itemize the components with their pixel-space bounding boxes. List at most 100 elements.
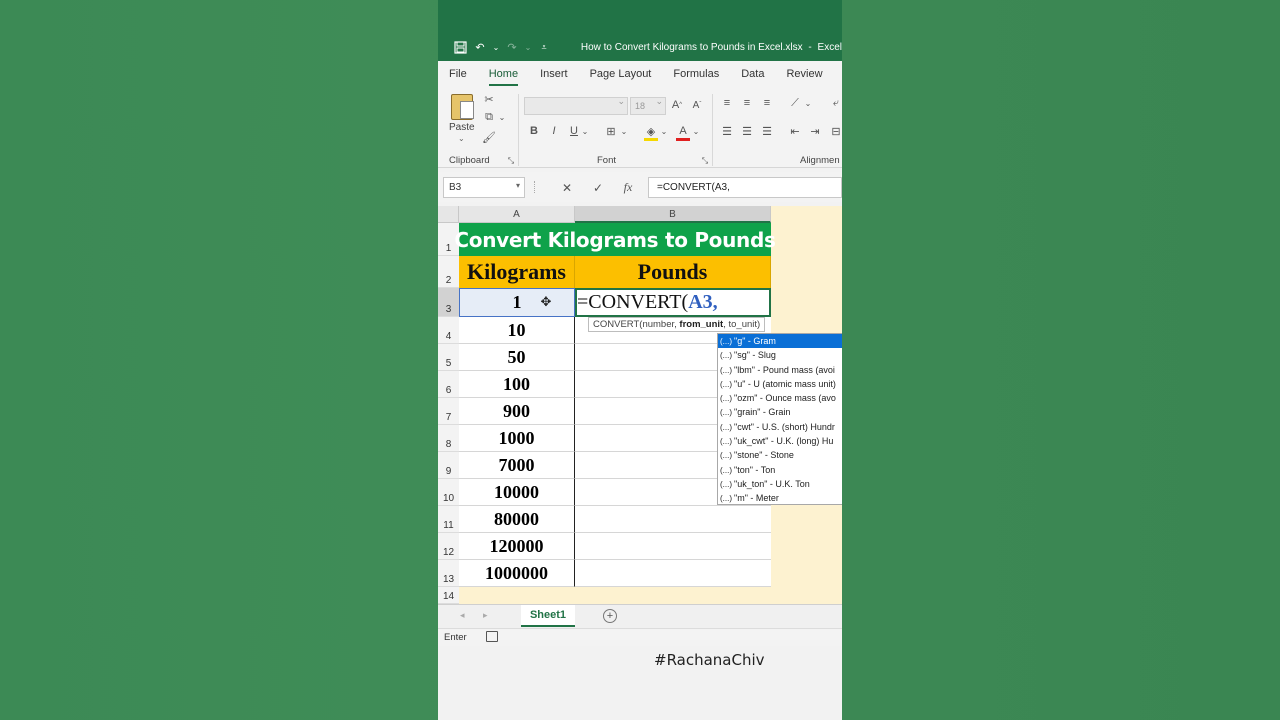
- paste-dropdown-icon[interactable]: ⌄: [458, 134, 465, 143]
- underline-button[interactable]: U: [568, 124, 580, 138]
- row-header[interactable]: 13: [438, 560, 459, 587]
- column-header-b[interactable]: B: [575, 206, 771, 223]
- cell-a13[interactable]: 1000000: [459, 560, 575, 587]
- tab-formulas[interactable]: Formulas: [662, 61, 730, 88]
- font-size-combo[interactable]: 18: [630, 96, 666, 115]
- tab-insert[interactable]: Insert: [529, 61, 579, 88]
- tab-page-layout[interactable]: Page Layout: [579, 61, 663, 88]
- cell-a8[interactable]: 1000: [459, 425, 575, 452]
- align-middle-icon[interactable]: ≡: [740, 96, 754, 110]
- format-painter-icon[interactable]: 🖌: [482, 130, 496, 144]
- cell-a11[interactable]: 80000: [459, 506, 575, 533]
- paste-icon[interactable]: [451, 94, 474, 120]
- redo-dropdown-icon[interactable]: ⌄: [524, 39, 532, 55]
- cell-b12[interactable]: [575, 533, 771, 560]
- scroll-left-icon[interactable]: ◂: [460, 610, 465, 621]
- autocomplete-item[interactable]: (...) "stone" - Stone: [718, 448, 842, 462]
- merge-center-icon[interactable]: ⊟: [830, 124, 842, 138]
- tab-data[interactable]: Data: [730, 61, 775, 88]
- cell-a12[interactable]: 120000: [459, 533, 575, 560]
- autocomplete-item[interactable]: (...) "uk_ton" - U.K. Ton: [718, 477, 842, 491]
- cell-a7[interactable]: 900: [459, 398, 575, 425]
- underline-dropdown-icon[interactable]: ⌄: [581, 125, 589, 137]
- redo-icon[interactable]: ↷: [504, 39, 520, 55]
- autocomplete-item[interactable]: (...) "uk_cwt" - U.K. (long) Hu: [718, 434, 842, 448]
- undo-dropdown-icon[interactable]: ⌄: [492, 39, 500, 55]
- autocomplete-item[interactable]: (...) "cwt" - U.S. (short) Hundr: [718, 420, 842, 434]
- row-header[interactable]: 4: [438, 317, 459, 344]
- paste-label[interactable]: Paste: [449, 122, 475, 133]
- row-header[interactable]: 14: [438, 587, 459, 604]
- increase-indent-icon[interactable]: ⇥: [808, 124, 822, 138]
- enter-icon[interactable]: ✓: [588, 178, 608, 197]
- sheet-tab-sheet1[interactable]: Sheet1: [521, 605, 575, 627]
- row-header[interactable]: 5: [438, 344, 459, 371]
- font-name-combo[interactable]: [524, 96, 628, 115]
- decrease-font-icon[interactable]: Aˇ: [690, 98, 704, 112]
- bold-button[interactable]: B: [528, 124, 540, 138]
- autocomplete-item[interactable]: (...) "lbm" - Pound mass (avoi: [718, 363, 842, 377]
- active-cell-b3[interactable]: =CONVERT(A3,: [575, 288, 771, 317]
- cell-b13[interactable]: [575, 560, 771, 587]
- increase-font-icon[interactable]: A ^: [670, 98, 684, 112]
- select-all-corner[interactable]: [438, 206, 459, 223]
- autocomplete-item[interactable]: (...) "g" - Gram: [718, 334, 842, 349]
- scroll-right-icon[interactable]: ▸: [483, 610, 488, 621]
- name-box[interactable]: B3 ▾: [443, 177, 525, 198]
- cell-a10[interactable]: 10000: [459, 479, 575, 506]
- font-launcher-icon[interactable]: ⤡: [700, 156, 710, 166]
- save-icon[interactable]: [452, 39, 468, 55]
- add-sheet-icon[interactable]: +: [603, 609, 617, 623]
- decrease-indent-icon[interactable]: ⇤: [788, 124, 802, 138]
- formula-bar-grip[interactable]: [534, 181, 536, 193]
- cell-a5[interactable]: 50: [459, 344, 575, 371]
- customize-toolbar-icon[interactable]: ⩡: [536, 39, 552, 55]
- copy-dropdown-icon[interactable]: ⌄: [498, 112, 506, 122]
- wrap-text-icon[interactable]: ⤶: [830, 96, 842, 110]
- fill-color-icon[interactable]: ◈: [644, 124, 658, 138]
- autocomplete-item[interactable]: (...) "ton" - Ton: [718, 463, 842, 477]
- header-pounds[interactable]: Pounds: [575, 256, 771, 288]
- orientation-icon[interactable]: ⟋: [788, 96, 802, 110]
- row-header[interactable]: 6: [438, 371, 459, 398]
- font-color-dropdown-icon[interactable]: ⌄: [692, 125, 700, 137]
- cut-icon[interactable]: ✂: [482, 92, 496, 106]
- cell-a6[interactable]: 100: [459, 371, 575, 398]
- italic-button[interactable]: I: [548, 124, 560, 138]
- undo-icon[interactable]: ↶: [472, 39, 488, 55]
- sheet-title-cell[interactable]: Convert Kilograms to Pounds: [454, 223, 776, 256]
- cell-a9[interactable]: 7000: [459, 452, 575, 479]
- borders-dropdown-icon[interactable]: ⌄: [620, 125, 628, 137]
- autocomplete-item[interactable]: (...) "grain" - Grain: [718, 405, 842, 419]
- tab-file[interactable]: File: [438, 61, 478, 88]
- header-kilograms[interactable]: Kilograms: [459, 256, 575, 288]
- align-left-icon[interactable]: ☰: [720, 124, 734, 138]
- align-right-icon[interactable]: ☰: [760, 124, 774, 138]
- cell-a3[interactable]: 1: [459, 288, 575, 317]
- tab-review[interactable]: Review: [775, 61, 833, 88]
- row-header[interactable]: 12: [438, 533, 459, 560]
- formula-input[interactable]: =CONVERT(A3,: [648, 177, 842, 198]
- font-color-icon[interactable]: A: [676, 124, 690, 138]
- autocomplete-item[interactable]: (...) "ozm" - Ounce mass (avo: [718, 391, 842, 405]
- borders-icon[interactable]: ⊞: [604, 124, 618, 138]
- row-header[interactable]: 11: [438, 506, 459, 533]
- autocomplete-item[interactable]: (...) "m" - Meter: [718, 491, 842, 504]
- column-header-a[interactable]: A: [459, 206, 575, 223]
- align-bottom-icon[interactable]: ≡: [760, 96, 774, 110]
- align-center-icon[interactable]: ☰: [740, 124, 754, 138]
- tab-home[interactable]: Home: [478, 61, 529, 88]
- orientation-dropdown-icon[interactable]: ⌄: [804, 97, 812, 109]
- cell-a4[interactable]: 10: [459, 317, 575, 344]
- name-box-dropdown-icon[interactable]: ▾: [516, 181, 520, 190]
- row-header[interactable]: 3: [438, 288, 459, 317]
- row-header[interactable]: 8: [438, 425, 459, 452]
- cancel-icon[interactable]: ✕: [557, 178, 577, 197]
- fill-color-dropdown-icon[interactable]: ⌄: [660, 125, 668, 137]
- row-header[interactable]: 2: [438, 256, 459, 288]
- clipboard-launcher-icon[interactable]: ⤡: [506, 156, 516, 166]
- align-top-icon[interactable]: ≡: [720, 96, 734, 110]
- cell-b11[interactable]: [575, 506, 771, 533]
- copy-icon[interactable]: ⧉: [482, 110, 496, 124]
- row-header[interactable]: 7: [438, 398, 459, 425]
